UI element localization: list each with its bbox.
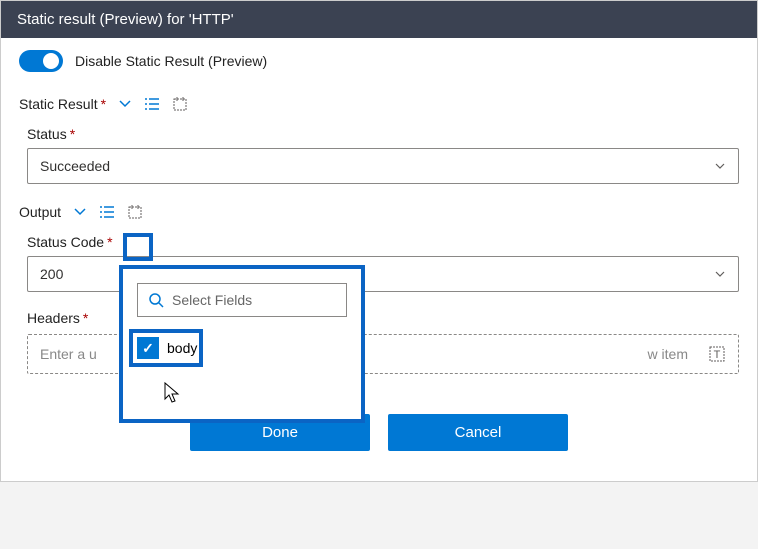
status-value: Succeeded bbox=[40, 158, 110, 174]
search-icon bbox=[148, 292, 164, 308]
toggle-label: Disable Static Result (Preview) bbox=[75, 53, 267, 69]
panel-titlebar: Static result (Preview) for 'HTTP' bbox=[1, 1, 757, 38]
field-option-body[interactable]: ✓ body bbox=[137, 337, 347, 359]
required-asterisk: * bbox=[101, 96, 106, 112]
insert-data-icon[interactable]: T bbox=[708, 345, 726, 363]
disable-static-result-toggle[interactable] bbox=[19, 50, 63, 72]
static-result-label: Static Result bbox=[19, 96, 98, 112]
list-icon[interactable] bbox=[144, 97, 160, 111]
svg-text:T: T bbox=[714, 349, 721, 361]
new-item-text: w item bbox=[648, 346, 688, 362]
mouse-cursor bbox=[163, 381, 183, 405]
chevron-down-icon[interactable] bbox=[73, 205, 87, 219]
select-fields-popover: Select Fields ✓ body bbox=[119, 265, 365, 423]
token-picker-icon[interactable] bbox=[127, 204, 143, 220]
status-select[interactable]: Succeeded bbox=[27, 148, 739, 184]
required-asterisk: * bbox=[70, 126, 75, 142]
output-list-icon[interactable] bbox=[99, 205, 115, 219]
search-placeholder: Select Fields bbox=[172, 292, 252, 308]
required-asterisk: * bbox=[107, 234, 112, 250]
chevron-down-icon[interactable] bbox=[118, 97, 132, 111]
token-picker-icon[interactable] bbox=[172, 96, 188, 112]
chevron-down-icon bbox=[714, 160, 726, 172]
status-label: Status bbox=[27, 126, 67, 142]
output-label: Output bbox=[19, 204, 61, 220]
required-asterisk: * bbox=[83, 310, 88, 326]
highlight-body-checkbox bbox=[129, 329, 203, 367]
cancel-button[interactable]: Cancel bbox=[388, 414, 568, 451]
headers-label: Headers bbox=[27, 310, 80, 326]
panel-title: Static result (Preview) for 'HTTP' bbox=[17, 11, 234, 28]
static-result-panel: Static result (Preview) for 'HTTP' Disab… bbox=[0, 0, 758, 482]
toggle-knob bbox=[43, 53, 59, 69]
headers-placeholder: Enter a u bbox=[40, 346, 97, 362]
select-fields-search[interactable]: Select Fields bbox=[137, 283, 347, 317]
status-code-label: Status Code bbox=[27, 234, 104, 250]
status-code-value: 200 bbox=[40, 266, 63, 282]
chevron-down-icon bbox=[714, 268, 726, 280]
